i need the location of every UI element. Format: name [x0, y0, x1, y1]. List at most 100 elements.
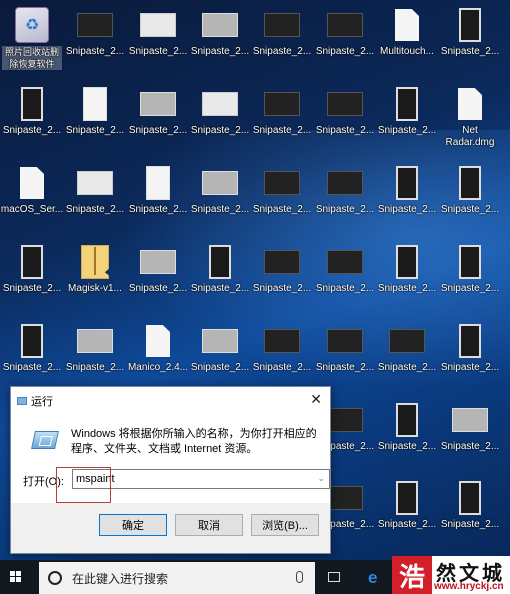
desktop-icon-label: Snipaste_2...: [190, 125, 250, 136]
desktop-icon[interactable]: Manico_2.4...: [127, 316, 189, 388]
desktop-icon[interactable]: Snipaste_2...: [64, 0, 126, 72]
open-input[interactable]: mspaint ⌄: [72, 469, 330, 489]
windows-logo-icon[interactable]: [10, 571, 22, 583]
desktop-icon[interactable]: Sn: [500, 473, 510, 545]
image-thumbnail-icon: [396, 166, 418, 200]
desktop-icon[interactable]: Sn: [500, 0, 510, 72]
image-thumbnail-icon: [327, 87, 363, 121]
task-view-icon[interactable]: [328, 572, 340, 582]
image-thumbnail-icon: [83, 87, 107, 121]
site-watermark: 浩 然文城 www.hryckj.cn: [392, 556, 510, 594]
desktop-icon[interactable]: Multitouch...: [376, 0, 438, 72]
image-thumbnail-icon: [264, 166, 300, 200]
desktop-icon[interactable]: Snipaste_2...: [127, 0, 189, 72]
desktop-icon[interactable]: Snipaste_2...: [439, 316, 501, 388]
taskbar-search-box[interactable]: 在此键入进行搜索: [39, 562, 315, 594]
desktop-icon[interactable]: Snipaste_2...: [64, 316, 126, 388]
desktop-icon[interactable]: Snipaste_2...: [314, 0, 376, 72]
desktop-icon[interactable]: Re: [500, 395, 510, 467]
run-dialog-title: 运行: [31, 396, 53, 408]
desktop-icon-label: Snipaste_2...: [128, 125, 188, 136]
desktop-icon[interactable]: Snipaste_2...: [439, 395, 501, 467]
desktop-icon[interactable]: Snipaste_2...: [439, 473, 501, 545]
edge-browser-icon[interactable]: e: [368, 568, 377, 588]
desktop-icon[interactable]: Snipaste_2...: [127, 79, 189, 151]
desktop-icon[interactable]: Snipaste_2...: [1, 79, 63, 151]
desktop-icon[interactable]: Snipaste_2...: [189, 79, 251, 151]
desktop-icon[interactable]: Snipaste_2...: [64, 158, 126, 230]
desktop-icon-label: Snipaste_2...: [377, 283, 437, 294]
desktop-icon[interactable]: Snipaste_2...: [376, 316, 438, 388]
desktop-icon[interactable]: Snipaste_2...: [314, 237, 376, 309]
desktop-icon[interactable]: Snipaste_2...: [251, 158, 313, 230]
close-icon[interactable]: ✕: [310, 391, 322, 408]
desktop-icon[interactable]: ♻ 照片回收站删除恢复软件: [1, 0, 63, 72]
desktop-icon[interactable]: Snipaste_2...: [314, 158, 376, 230]
image-thumbnail-icon: [140, 87, 176, 121]
cancel-button[interactable]: 取消: [175, 514, 243, 536]
desktop-icon[interactable]: Snipaste_2...: [376, 237, 438, 309]
desktop-icon[interactable]: Sn: [500, 237, 510, 309]
desktop-icon[interactable]: Op: [500, 79, 510, 151]
image-thumbnail-icon: [202, 8, 238, 42]
run-dialog-titlebar: 运行: [17, 393, 53, 409]
desktop-icon-label: Snipaste_2...: [65, 125, 125, 136]
desktop-icon[interactable]: Snipaste_2...: [251, 79, 313, 151]
image-thumbnail-icon: [396, 87, 418, 121]
image-thumbnail-icon: [140, 245, 176, 279]
desktop-icon[interactable]: Snipaste_2...: [127, 158, 189, 230]
desktop-icon[interactable]: Magisk-v1...: [64, 237, 126, 309]
desktop-icon[interactable]: Snipaste_2...: [251, 237, 313, 309]
desktop-icon[interactable]: Snipaste_2...: [1, 237, 63, 309]
chevron-down-icon[interactable]: ⌄: [317, 473, 325, 484]
image-thumbnail-icon: [21, 87, 43, 121]
desktop-icon-label: Snipaste_2...: [315, 204, 375, 215]
desktop-icon[interactable]: Snipaste_2...: [439, 237, 501, 309]
desktop-icon[interactable]: Snipaste_2...: [189, 158, 251, 230]
desktop-icon[interactable]: macOS_Ser...: [1, 158, 63, 230]
desktop-icon[interactable]: Snipaste_2...: [64, 79, 126, 151]
cortana-circle-icon: [48, 571, 62, 585]
recovery-app-icon: ♻: [15, 7, 49, 43]
microphone-icon[interactable]: [296, 571, 303, 583]
desktop-icon[interactable]: Snipaste_2...: [439, 0, 501, 72]
desktop-icon[interactable]: Snipaste_2...: [376, 158, 438, 230]
desktop-icon-label: Snipaste_2...: [315, 125, 375, 136]
open-label: 打开(O):: [23, 476, 64, 488]
desktop-icon-label: Snipaste_2...: [440, 519, 500, 530]
desktop-icon[interactable]: Snipaste_2...: [189, 316, 251, 388]
desktop-icon[interactable]: Snipaste_2...: [189, 237, 251, 309]
desktop-icon[interactable]: Snipaste_2...: [376, 79, 438, 151]
desktop-icon[interactable]: Snipaste_2...: [376, 473, 438, 545]
image-thumbnail-icon: [396, 403, 418, 437]
desktop-icon[interactable]: Sn: [500, 158, 510, 230]
desktop-icon[interactable]: Snipaste_2...: [376, 395, 438, 467]
desktop-icon[interactable]: Snipaste_2...: [251, 0, 313, 72]
browse-button[interactable]: 浏览(B)...: [251, 514, 319, 536]
desktop-icon-label: Snipaste_2...: [440, 441, 500, 452]
desktop-icon-label: Snipaste_2...: [190, 283, 250, 294]
desktop-icon-label: Snipaste_2...: [377, 204, 437, 215]
desktop-icon-label: Snipaste_2...: [190, 362, 250, 373]
desktop-icon[interactable]: Snipaste_2...: [127, 237, 189, 309]
desktop-icon[interactable]: Snipaste_2...: [1, 316, 63, 388]
desktop-icon-label: Snipaste_2...: [65, 204, 125, 215]
file-icon: [146, 324, 170, 358]
desktop-icon[interactable]: Snipaste_2...: [314, 79, 376, 151]
desktop-icon-label: Snipaste_2...: [252, 283, 312, 294]
run-dialog: 运行 ✕ Windows 将根据你所输入的名称，为你打开相应的程序、文件夹、文档…: [10, 386, 331, 554]
desktop-icon-label: Snipaste_2...: [315, 362, 375, 373]
desktop-icon-label: Snipaste_2...: [190, 204, 250, 215]
desktop-icon[interactable]: Sn: [500, 316, 510, 388]
desktop-icon-label: Snipaste_2...: [65, 46, 125, 57]
desktop-icon[interactable]: Net Radar.dmg: [439, 79, 501, 151]
image-thumbnail-icon: [327, 8, 363, 42]
desktop-icon[interactable]: Snipaste_2...: [314, 316, 376, 388]
image-thumbnail-icon: [396, 245, 418, 279]
desktop-icon[interactable]: Snipaste_2...: [251, 316, 313, 388]
ok-button[interactable]: 确定: [99, 514, 167, 536]
desktop-icon[interactable]: Snipaste_2...: [189, 0, 251, 72]
desktop-icon[interactable]: Snipaste_2...: [439, 158, 501, 230]
desktop-icon-label: Snipaste_2...: [377, 519, 437, 530]
image-thumbnail-icon: [21, 324, 43, 358]
